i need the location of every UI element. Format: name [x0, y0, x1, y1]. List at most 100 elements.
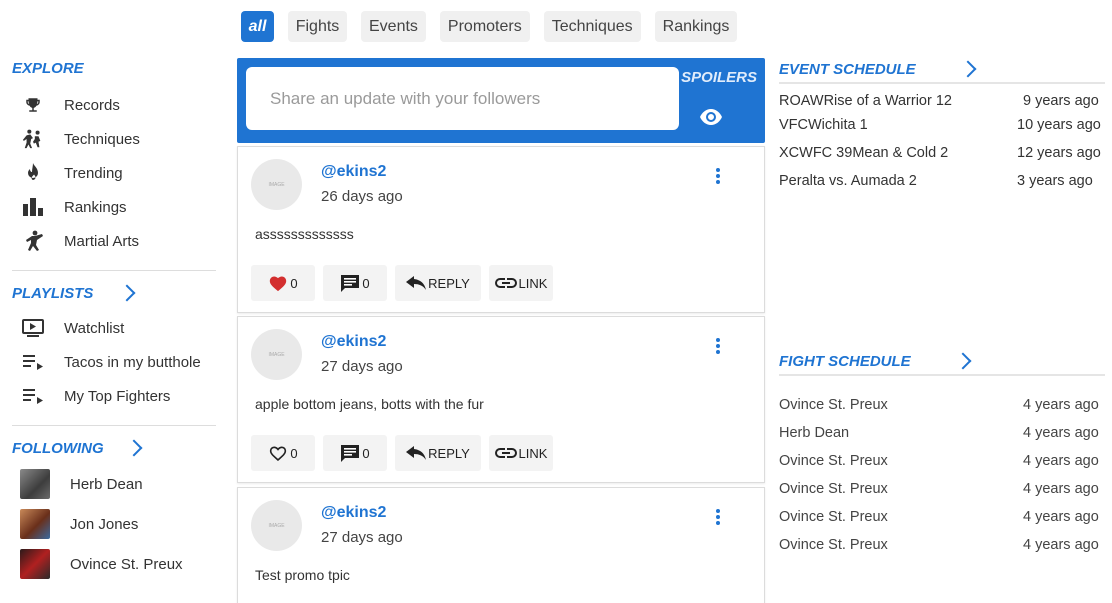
fight-row[interactable]: Ovince St. Preux 4 years ago — [779, 391, 1105, 419]
event-row[interactable]: VFCWichita 1 10 years ago — [779, 113, 1105, 137]
sidebar-item-label: Watchlist — [64, 319, 125, 337]
tab-fights[interactable]: Fights — [288, 11, 347, 42]
event-row[interactable]: Peralta vs. Aumada 2 3 years ago — [779, 169, 1105, 193]
following-item-jon-jones[interactable]: Jon Jones — [12, 504, 216, 544]
comment-icon — [341, 445, 360, 462]
avatar — [20, 469, 50, 499]
playlist-item-watchlist[interactable]: Watchlist — [12, 311, 216, 345]
tab-events[interactable]: Events — [361, 11, 426, 42]
post-composer: SPOILERS — [237, 58, 765, 143]
comment-button[interactable]: 0 — [323, 265, 387, 301]
event-row[interactable]: XCWFC 39Mean & Cold 2 12 years ago — [779, 141, 1105, 165]
filter-tabs: all Fights Events Promoters Techniques R… — [241, 11, 751, 42]
sidebar-item-label: Trending — [64, 164, 123, 182]
fight-row[interactable]: Herb Dean 4 years ago — [779, 419, 1105, 447]
playlist-item[interactable]: My Top Fighters — [12, 379, 216, 413]
feed-post: IMAGE @ekins2 26 days ago asssssssssssss… — [237, 146, 765, 313]
reply-button[interactable]: REPLY — [395, 435, 481, 471]
link-button[interactable]: LINK — [489, 435, 553, 471]
tab-techniques[interactable]: Techniques — [543, 11, 641, 42]
chevron-right-icon[interactable] — [954, 352, 972, 370]
heart-outline-icon — [270, 446, 287, 462]
divider — [12, 425, 216, 426]
fight-name: Ovince St. Preux — [779, 481, 888, 497]
sidebar-item-label: My Top Fighters — [64, 387, 171, 405]
post-timestamp: 27 days ago — [321, 358, 403, 375]
playlists-header[interactable]: PLAYLISTS — [12, 281, 216, 305]
feed-post: IMAGE @ekins2 27 days ago apple bottom j… — [237, 316, 765, 483]
avatar[interactable]: IMAGE — [251, 159, 302, 210]
fight-date: 4 years ago — [1023, 397, 1099, 413]
chevron-right-icon[interactable] — [125, 439, 143, 457]
following-name: Jon Jones — [70, 515, 139, 533]
event-schedule-title: EVENT SCHEDULE — [779, 60, 916, 78]
chevron-right-icon[interactable] — [959, 60, 977, 78]
event-schedule: EVENT SCHEDULE ROAWRise of a Warrior 12 … — [779, 56, 1105, 193]
sidebar-item-records[interactable]: Records — [12, 88, 216, 122]
fight-date: 4 years ago — [1023, 425, 1099, 441]
post-author-handle[interactable]: @ekins2 — [321, 333, 386, 351]
following-item-ovince[interactable]: Ovince St. Preux — [12, 544, 216, 584]
chevron-right-icon[interactable] — [118, 284, 136, 302]
more-options-icon[interactable] — [716, 168, 720, 186]
event-date: 10 years ago — [1017, 117, 1101, 133]
fight-schedule-header[interactable]: FIGHT SCHEDULE — [779, 348, 1105, 376]
trophy-icon — [22, 94, 44, 116]
post-body: asssssssssssss — [255, 226, 354, 242]
event-name: Peralta vs. Aumada 2 — [779, 173, 917, 189]
event-name: XCWFC 39Mean & Cold 2 — [779, 145, 949, 161]
reply-button[interactable]: REPLY — [395, 265, 481, 301]
eye-icon[interactable] — [700, 109, 722, 130]
event-row[interactable]: ROAWRise of a Warrior 12 9 years ago — [779, 89, 1105, 113]
reply-label: REPLY — [428, 445, 470, 461]
following-item-herb-dean[interactable]: Herb Dean — [12, 464, 216, 504]
event-schedule-header[interactable]: EVENT SCHEDULE — [779, 56, 1105, 84]
tab-all[interactable]: all — [241, 11, 274, 42]
like-button[interactable]: 0 — [251, 435, 315, 471]
sidebar-item-martial-arts[interactable]: Martial Arts — [12, 224, 216, 258]
sidebar-item-techniques[interactable]: Techniques — [12, 122, 216, 156]
fight-date: 4 years ago — [1023, 481, 1099, 497]
link-label: LINK — [518, 275, 548, 291]
post-body: Test promo tpic — [255, 567, 350, 583]
divider — [12, 270, 216, 271]
comment-button[interactable]: 0 — [323, 435, 387, 471]
reply-icon — [406, 446, 427, 460]
spoilers-label: SPOILERS — [681, 69, 757, 86]
post-author-handle[interactable]: @ekins2 — [321, 163, 386, 181]
following-name: Herb Dean — [70, 475, 143, 493]
event-date: 12 years ago — [1017, 145, 1101, 161]
fight-date: 4 years ago — [1023, 453, 1099, 469]
fight-row[interactable]: Ovince St. Preux 4 years ago — [779, 475, 1105, 503]
like-button[interactable]: 0 — [251, 265, 315, 301]
tv-play-icon — [22, 317, 44, 339]
sidebar-item-rankings[interactable]: Rankings — [12, 190, 216, 224]
more-options-icon[interactable] — [716, 509, 720, 527]
playlist-icon — [22, 351, 44, 373]
fight-row[interactable]: Ovince St. Preux 4 years ago — [779, 503, 1105, 531]
comment-icon — [341, 275, 360, 292]
explore-header: EXPLORE — [12, 56, 216, 80]
more-options-icon[interactable] — [716, 338, 720, 356]
link-button[interactable]: LINK — [489, 265, 553, 301]
avatar[interactable]: IMAGE — [251, 329, 302, 380]
following-name: Ovince St. Preux — [70, 555, 183, 573]
share-update-input[interactable] — [246, 67, 679, 130]
post-timestamp: 27 days ago — [321, 529, 403, 546]
fight-row[interactable]: Ovince St. Preux 4 years ago — [779, 531, 1105, 559]
playlist-item[interactable]: Tacos in my butthole — [12, 345, 216, 379]
post-author-handle[interactable]: @ekins2 — [321, 504, 386, 522]
fight-row[interactable]: Ovince St. Preux 4 years ago — [779, 447, 1105, 475]
fight-name: Ovince St. Preux — [779, 397, 888, 413]
following-header[interactable]: FOLLOWING — [12, 436, 216, 460]
event-date: 9 years ago — [1023, 93, 1099, 109]
fight-name: Herb Dean — [779, 425, 850, 441]
tab-promoters[interactable]: Promoters — [439, 11, 530, 42]
post-body: apple bottom jeans, botts with the fur — [255, 396, 484, 412]
explore-title: EXPLORE — [12, 59, 84, 77]
tab-rankings[interactable]: Rankings — [654, 11, 738, 42]
sidebar-item-trending[interactable]: Trending — [12, 156, 216, 190]
avatar[interactable]: IMAGE — [251, 500, 302, 551]
like-count: 0 — [290, 275, 298, 291]
sidebar-item-label: Tacos in my butthole — [64, 353, 201, 371]
